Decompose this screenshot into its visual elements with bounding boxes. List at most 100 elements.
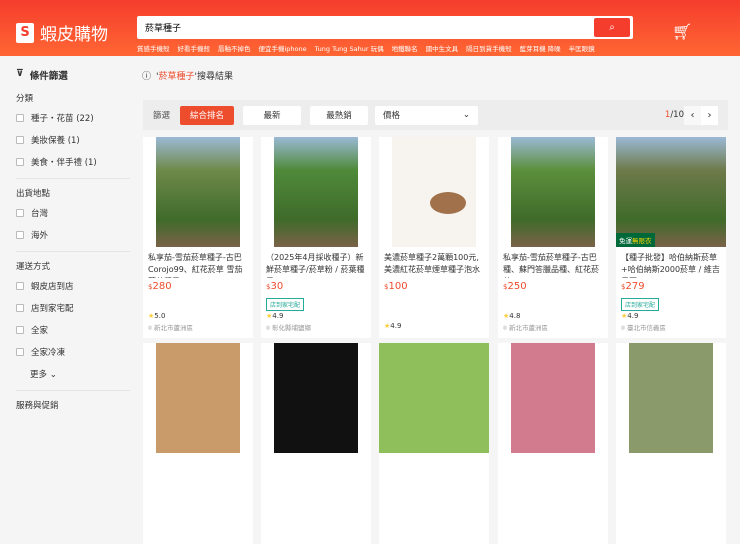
product-location: ⌾ 新北市蘆洲區 (148, 322, 193, 333)
location-value: 新北市蘆洲區 (153, 324, 193, 332)
sort-latest[interactable]: 最新 (243, 105, 302, 125)
product-title[interactable]: （2025年4月採收種子）新鮮菸草種子/菸草粉 / 菸葉種子 (261, 247, 371, 278)
product-image[interactable] (379, 343, 489, 453)
product-location: ⌾ 彰化縣埔鹽鄉 (266, 322, 311, 333)
search-hint-link[interactable]: 地鐵聯名 (392, 43, 418, 53)
divider (16, 178, 130, 179)
search-hint-link[interactable]: 隔日到貨手機殼 (466, 43, 512, 53)
product-card[interactable]: 免運無限衣【種子批發】哈伯納斯菸草+哈伯納斯2000菸草 / 維吉尼亞$279 店… (616, 137, 726, 338)
filter-checkbox[interactable]: 全家 (16, 324, 130, 336)
product-image[interactable] (392, 137, 476, 247)
filter-section-heading: 分類 (16, 94, 34, 104)
product-rating: ★4.9 (266, 312, 283, 320)
checkbox[interactable] (16, 326, 24, 334)
filter-option-label: 店到家宅配 (31, 304, 74, 314)
product-card[interactable] (616, 343, 726, 544)
checkbox[interactable] (16, 136, 24, 144)
filter-checkbox[interactable]: 美妝保養 (1) (16, 134, 130, 146)
product-image[interactable] (511, 343, 595, 453)
page-indicator: 1/10 (664, 110, 684, 120)
checkbox[interactable] (16, 209, 24, 217)
search-hint-link[interactable]: 好看手機殼 (178, 43, 211, 53)
sort-relevance[interactable]: 綜合排名 (180, 105, 235, 125)
product-card[interactable]: 私享茄-雪茄菸草種子-古巴種、蘇門答臘品種、紅花菸草$250 ★4.8 ⌾ 新北市蘆… (498, 137, 608, 338)
search-button[interactable]: ⌕ (594, 18, 630, 37)
search-hint-link[interactable]: 唇釉不掉色 (218, 43, 251, 53)
filter-checkbox[interactable]: 種子・花苗 (22) (16, 112, 130, 124)
product-image[interactable] (511, 137, 595, 247)
filter-checkbox[interactable]: 蝦皮店到店 (16, 280, 130, 292)
filter-option-label: 台灣 (31, 209, 49, 219)
location-value: 臺北市信義區 (626, 324, 666, 332)
product-location: ⌾ 新北市蘆洲區 (503, 322, 548, 333)
filter-section-heading: 出貨地點 (16, 189, 51, 199)
search-hint-link[interactable]: 半匡眼鏡 (569, 43, 595, 53)
search-icon: ⌕ (609, 22, 615, 33)
filter-option-label: 全家 (31, 326, 49, 336)
filter-sidebar: ⊽ 條件篩選 分類 種子・花苗 (22) 美妝保養 (1) 美食・伴手禮 (1) 出貨地點… (16, 68, 130, 419)
product-title[interactable]: 私享茄-雪茄菸草種子-古巴種、蘇門答臘品種、紅花菸草 (498, 247, 608, 278)
filter-option-label: 種子・花苗 (22) (31, 114, 94, 124)
price-value: 280 (152, 281, 172, 292)
product-title[interactable]: 私享茄-雪茄菸草種子-古巴Corojo99、紅花菸草 雪茄菸草種子 (143, 247, 253, 278)
search-hint-link[interactable]: 國中生文具 (426, 43, 459, 53)
price-label: 價格 (383, 111, 401, 121)
search-hints: 質感手機殼 好看手機殼 唇釉不掉色 便宜手機iphone Tung Tung Sahur… (137, 43, 595, 53)
sort-top-sales[interactable]: 最熱銷 (310, 105, 369, 125)
filter-checkbox[interactable]: 美食・伴手禮 (1) (16, 156, 130, 168)
product-card[interactable] (498, 343, 608, 544)
checkbox[interactable] (16, 114, 24, 122)
product-card[interactable] (143, 343, 253, 544)
product-title[interactable]: 【種子批發】哈伯納斯菸草+哈伯納斯2000菸草 / 維吉尼亞 (616, 247, 726, 278)
checkbox[interactable] (16, 304, 24, 312)
product-image[interactable]: 免運無限衣 (616, 137, 726, 247)
filter-section-heading: 服務與促銷 (16, 401, 59, 411)
show-more-button[interactable]: 更多 ⌄ (30, 368, 130, 380)
next-page-button[interactable]: › (701, 105, 718, 125)
product-title[interactable]: 美濃菸草種子2萬顆100元, 美濃紅花菸草煙草種子泡水 (379, 247, 489, 278)
search-hint-link[interactable]: 質感手機殼 (137, 43, 170, 53)
info-icon: ⓘ (142, 72, 152, 82)
filter-title: 條件篩選 (29, 71, 68, 82)
badge-b: 無限衣 (632, 237, 652, 245)
product-card[interactable]: 私享茄-雪茄菸草種子-古巴Corojo99、紅花菸草 雪茄菸草種子$280 ★5.… (143, 137, 253, 338)
shopee-logo[interactable]: S 蝦皮購物 (16, 20, 108, 45)
checkbox[interactable] (16, 158, 24, 166)
rating-value: 4.8 (509, 312, 521, 320)
product-card[interactable] (261, 343, 371, 544)
delivery-tag: 店到家宅配 (621, 298, 660, 311)
price-select[interactable]: 價格 ⌄ (375, 105, 479, 125)
free-shipping-badge: 免運無限衣 (616, 233, 655, 247)
product-card[interactable]: 美濃菸草種子2萬顆100元, 美濃紅花菸草煙草種子泡水 $100 ★4.9 (379, 137, 489, 338)
product-card[interactable]: （2025年4月採收種子）新鮮菸草種子/菸草粉 / 菸葉種子$30 店到家宅配★4… (261, 137, 371, 338)
filter-checkbox[interactable]: 台灣 (16, 207, 130, 219)
product-card[interactable] (379, 343, 489, 544)
product-price: $279 (616, 278, 726, 292)
prev-page-button[interactable]: ‹ (684, 105, 701, 125)
filter-checkbox[interactable]: 海外 (16, 229, 130, 241)
brand-name: 蝦皮購物 (40, 25, 108, 45)
product-image[interactable] (629, 343, 713, 453)
product-image[interactable] (156, 343, 240, 453)
search-input[interactable] (137, 16, 587, 39)
search-hint-link[interactable]: 便宜手機iphone (259, 43, 307, 53)
price-value: 30 (270, 281, 284, 292)
checkbox[interactable] (16, 348, 24, 356)
more-label: 更多 (30, 370, 48, 380)
search-hint-link[interactable]: Tung Tung Sahur 玩偶 (315, 43, 384, 53)
checkbox[interactable] (16, 282, 24, 290)
product-image[interactable] (156, 137, 240, 247)
sort-bar: 篩選 綜合排名 最新 最熱銷 價格 ⌄ 1/10 ‹ › (143, 100, 728, 130)
checkbox[interactable] (16, 231, 24, 239)
product-rating: ★4.9 (384, 322, 401, 330)
product-image[interactable] (274, 343, 358, 453)
filter-checkbox[interactable]: 店到家宅配 (16, 302, 130, 314)
result-suffix: '搜尋結果 (194, 72, 233, 82)
filter-option-label: 全家冷凍 (31, 348, 66, 358)
filter-checkbox[interactable]: 全家冷凍 (16, 346, 130, 358)
rating-value: 4.9 (627, 312, 639, 320)
cart-icon[interactable]: 🛒︎ (672, 22, 692, 41)
filter-option-label: 蝦皮店到店 (31, 282, 74, 292)
search-hint-link[interactable]: 藍芽耳機 降噪 (520, 43, 561, 53)
product-image[interactable] (274, 137, 358, 247)
